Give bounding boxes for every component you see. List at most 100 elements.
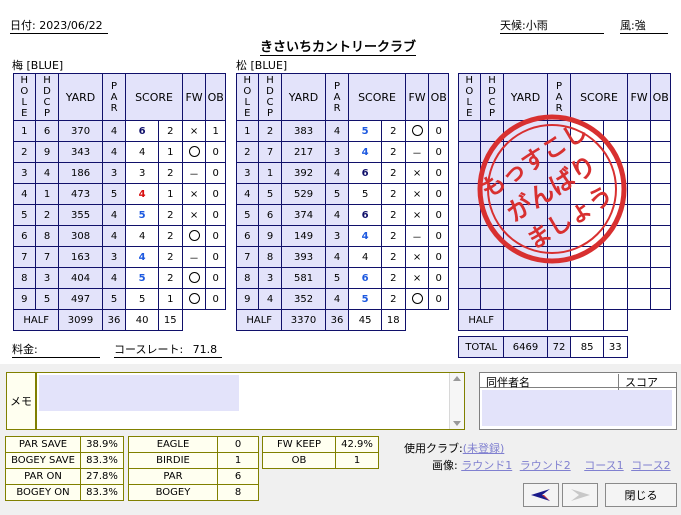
- hole-putts[interactable]: 2: [157, 204, 183, 226]
- hole-putts[interactable]: 2: [380, 225, 406, 247]
- hole-score[interactable]: 4: [125, 225, 159, 247]
- companions-list[interactable]: 同伴者名 スコア: [479, 372, 677, 430]
- hole-ob[interactable]: 0: [428, 183, 449, 205]
- hole-putts[interactable]: 2: [157, 246, 183, 268]
- third-empty-cell[interactable]: [626, 162, 652, 184]
- clubs-link[interactable]: (未登録): [463, 442, 505, 455]
- hole-score[interactable]: 3: [125, 162, 159, 184]
- hole-ob[interactable]: 0: [205, 162, 226, 184]
- hole-ob[interactable]: 0: [428, 141, 449, 163]
- hole-putts[interactable]: 2: [380, 204, 406, 226]
- hole-fw[interactable]: [181, 267, 207, 289]
- third-empty-cell[interactable]: [650, 120, 671, 142]
- hole-putts[interactable]: 2: [157, 120, 183, 142]
- third-empty-cell[interactable]: [626, 225, 652, 247]
- third-empty-cell[interactable]: [626, 183, 652, 205]
- third-empty-cell[interactable]: [626, 288, 652, 310]
- hole-score[interactable]: 6: [348, 267, 382, 289]
- third-empty-cell[interactable]: [602, 267, 628, 289]
- hole-fw[interactable]: [181, 141, 207, 163]
- third-empty-cell[interactable]: [602, 288, 628, 310]
- hole-putts[interactable]: 2: [380, 141, 406, 163]
- hole-putts[interactable]: 2: [380, 288, 406, 310]
- hole-fw[interactable]: －: [404, 225, 430, 247]
- hole-score[interactable]: 5: [348, 183, 382, 205]
- hole-putts[interactable]: 2: [380, 162, 406, 184]
- memo-scrollbar[interactable]: [449, 373, 464, 429]
- hole-score[interactable]: 4: [348, 225, 382, 247]
- hole-ob[interactable]: 0: [205, 141, 226, 163]
- next-button[interactable]: [562, 483, 598, 507]
- hole-ob[interactable]: 0: [205, 288, 226, 310]
- hole-ob[interactable]: 0: [428, 204, 449, 226]
- memo-textarea[interactable]: [36, 372, 465, 430]
- third-empty-cell[interactable]: [626, 120, 652, 142]
- hole-putts[interactable]: 2: [157, 225, 183, 247]
- hole-score[interactable]: 6: [348, 162, 382, 184]
- hole-fw[interactable]: ×: [404, 162, 430, 184]
- third-empty-cell[interactable]: [626, 246, 652, 268]
- hole-ob[interactable]: 0: [205, 246, 226, 268]
- hole-putts[interactable]: 2: [380, 183, 406, 205]
- hole-putts[interactable]: 1: [157, 183, 183, 205]
- hole-ob[interactable]: 0: [205, 183, 226, 205]
- course1-image-link[interactable]: コース1: [584, 459, 623, 472]
- hole-putts[interactable]: 1: [157, 141, 183, 163]
- hole-putts[interactable]: 2: [380, 120, 406, 142]
- hole-fw[interactable]: ×: [181, 120, 207, 142]
- hole-fw[interactable]: ×: [181, 204, 207, 226]
- hole-score[interactable]: 4: [348, 246, 382, 268]
- round1-image-link[interactable]: ラウンド1: [461, 459, 512, 472]
- third-empty-cell[interactable]: [650, 204, 671, 226]
- hole-score[interactable]: 5: [125, 288, 159, 310]
- hole-ob[interactable]: 0: [428, 162, 449, 184]
- third-empty-cell[interactable]: [650, 225, 671, 247]
- third-empty-cell[interactable]: [570, 288, 604, 310]
- hole-fw[interactable]: －: [181, 162, 207, 184]
- hole-ob[interactable]: 0: [428, 288, 449, 310]
- hole-putts[interactable]: 2: [380, 246, 406, 268]
- hole-ob[interactable]: 1: [205, 120, 226, 142]
- third-empty-cell[interactable]: [626, 204, 652, 226]
- third-empty-cell[interactable]: [650, 288, 671, 310]
- hole-score[interactable]: 5: [348, 288, 382, 310]
- hole-score[interactable]: 4: [125, 246, 159, 268]
- hole-ob[interactable]: 0: [205, 267, 226, 289]
- third-empty-cell[interactable]: [650, 162, 671, 184]
- hole-fw[interactable]: [181, 225, 207, 247]
- hole-ob[interactable]: 0: [428, 246, 449, 268]
- third-empty-cell[interactable]: [650, 246, 671, 268]
- third-empty-cell[interactable]: [626, 141, 652, 163]
- hole-ob[interactable]: 0: [205, 204, 226, 226]
- hole-putts[interactable]: 2: [157, 267, 183, 289]
- course2-image-link[interactable]: コース2: [631, 459, 670, 472]
- hole-score[interactable]: 4: [125, 183, 159, 205]
- hole-score[interactable]: 5: [125, 204, 159, 226]
- hole-score[interactable]: 5: [348, 120, 382, 142]
- hole-score[interactable]: 6: [125, 120, 159, 142]
- hole-score[interactable]: 4: [348, 141, 382, 163]
- third-empty-cell[interactable]: [650, 183, 671, 205]
- hole-fw[interactable]: [181, 288, 207, 310]
- hole-fw[interactable]: －: [181, 246, 207, 268]
- hole-fw[interactable]: ×: [181, 183, 207, 205]
- hole-fw[interactable]: ×: [404, 204, 430, 226]
- hole-score[interactable]: 5: [125, 267, 159, 289]
- hole-ob[interactable]: 0: [205, 225, 226, 247]
- hole-putts[interactable]: 1: [157, 288, 183, 310]
- hole-fw[interactable]: －: [404, 141, 430, 163]
- hole-fw[interactable]: [404, 120, 430, 142]
- hole-fw[interactable]: ×: [404, 246, 430, 268]
- hole-fw[interactable]: ×: [404, 183, 430, 205]
- previous-button[interactable]: [523, 483, 559, 507]
- third-empty-cell[interactable]: [570, 267, 604, 289]
- hole-ob[interactable]: 0: [428, 267, 449, 289]
- hole-putts[interactable]: 2: [157, 162, 183, 184]
- third-empty-cell[interactable]: [626, 267, 652, 289]
- hole-score[interactable]: 6: [348, 204, 382, 226]
- hole-ob[interactable]: 0: [428, 225, 449, 247]
- close-button[interactable]: 閉じる: [605, 483, 677, 507]
- round2-image-link[interactable]: ラウンド2: [520, 459, 571, 472]
- hole-fw[interactable]: [404, 288, 430, 310]
- hole-ob[interactable]: 0: [428, 120, 449, 142]
